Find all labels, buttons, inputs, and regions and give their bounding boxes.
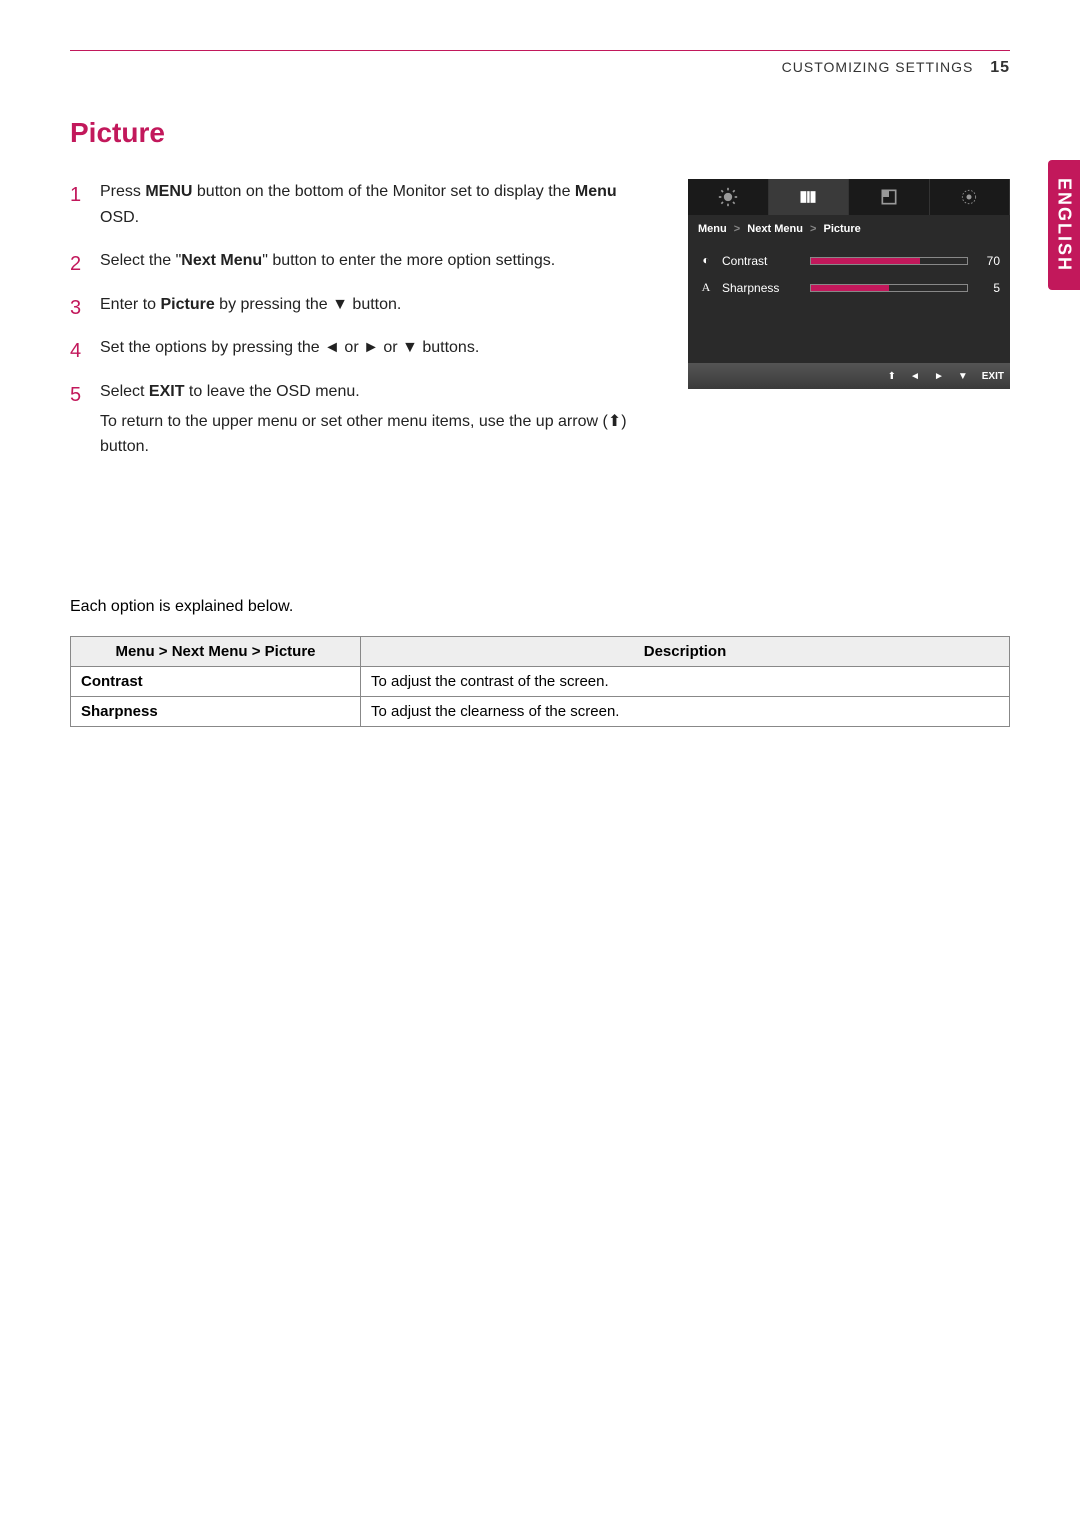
table-intro: Each option is explained below. [70,598,1010,616]
contrast-icon: ◐ [698,253,714,268]
step-4: Set the options by pressing the ◄ or ► o… [70,335,658,361]
step-5-sub: To return to the upper menu or set other… [100,409,658,460]
sharpness-label: Sharpness [722,281,802,295]
header-section: CUSTOMIZING SETTINGS [782,59,974,75]
header-rule [70,50,1010,51]
page-header: CUSTOMIZING SETTINGS 15 [70,59,1010,77]
options-table: Menu > Next Menu > Picture Description C… [70,636,1010,727]
opt-name: Contrast [71,666,361,696]
table-row: Contrast To adjust the contrast of the s… [71,666,1010,696]
osd-tabs [688,179,1010,215]
osd-breadcrumb: Menu > Next Menu > Picture [688,215,1010,243]
step-3: Enter to Picture by pressing the ▼ butto… [70,292,658,318]
osd-panel: Menu > Next Menu > Picture ◐ Contrast 70… [688,179,1010,389]
table-head-path: Menu > Next Menu > Picture [71,636,361,666]
steps-list: Press MENU button on the bottom of the M… [70,179,658,460]
header-page-number: 15 [990,59,1010,76]
opt-desc: To adjust the contrast of the screen. [361,666,1010,696]
sharpness-icon: A [698,280,714,295]
osd-body: ◐ Contrast 70 A Sharpness 5 [688,243,1010,363]
color-tab-icon [849,179,930,215]
step-2: Select the "Next Menu" button to enter t… [70,248,658,274]
opt-name: Sharpness [71,696,361,726]
step-5: Select EXIT to leave the OSD menu. To re… [70,379,658,460]
contrast-slider [810,257,968,265]
osd-footer: ⬆ ◄ ► ▼ EXIT [688,363,1010,389]
osd-exit-label: EXIT [982,371,1004,382]
osd-nav-down-icon: ▼ [958,371,968,382]
opt-desc: To adjust the clearness of the screen. [361,696,1010,726]
page-title: Picture [70,117,1010,149]
table-row: Sharpness To adjust the clearness of the… [71,696,1010,726]
osd-nav-up-icon: ⬆ [888,371,896,382]
settings-tab-icon [930,179,1011,215]
language-tab: ENGLISH [1048,160,1080,290]
osd-row-sharpness: A Sharpness 5 [688,274,1010,301]
brightness-tab-icon [688,179,769,215]
osd-nav-right-icon: ► [934,371,944,382]
osd-nav-left-icon: ◄ [910,371,920,382]
sharpness-value: 5 [976,281,1000,295]
sharpness-slider [810,284,968,292]
contrast-value: 70 [976,254,1000,268]
picture-tab-icon [769,179,850,215]
step-1: Press MENU button on the bottom of the M… [70,179,658,230]
contrast-label: Contrast [722,254,802,268]
table-head-desc: Description [361,636,1010,666]
osd-row-contrast: ◐ Contrast 70 [688,247,1010,274]
